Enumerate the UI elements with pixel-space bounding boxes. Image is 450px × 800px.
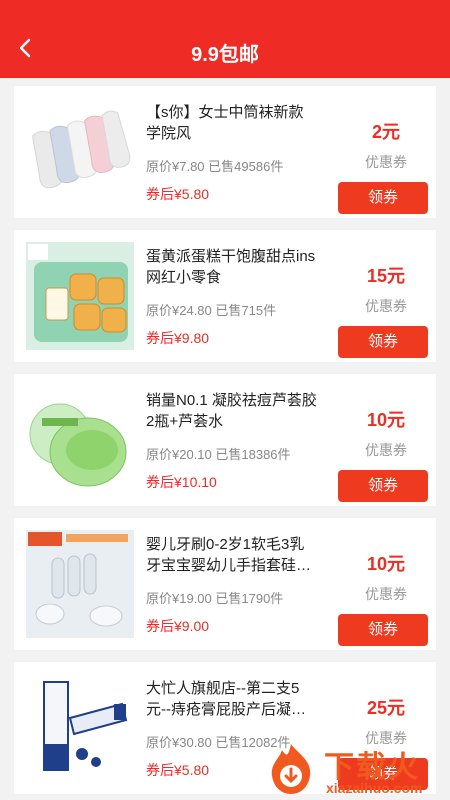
product-image-finger-toothbrush[interactable] bbox=[26, 530, 134, 638]
claim-coupon-button[interactable]: 领券 bbox=[338, 470, 428, 502]
product-list[interactable]: 【s你】女士中筒袜新款学院风 原价¥7.80 已售49586件 券后¥5.80 … bbox=[0, 78, 450, 800]
flame-download-icon bbox=[271, 744, 311, 794]
after-coupon-price: 券后¥10.10 bbox=[146, 474, 217, 490]
product-image-aloe-gel[interactable] bbox=[26, 386, 134, 494]
app-header: 9.9包邮 bbox=[0, 0, 450, 78]
aloe-gel-image bbox=[26, 386, 134, 494]
claim-coupon-button[interactable]: 领券 bbox=[338, 614, 428, 646]
original-price: 原价¥7.80 bbox=[146, 159, 205, 174]
product-image-ointment[interactable] bbox=[26, 674, 134, 782]
original-price: 原价¥24.80 bbox=[146, 303, 212, 318]
product-image-socks[interactable] bbox=[26, 98, 134, 206]
sold-count: 已售1790件 bbox=[215, 591, 284, 606]
product-name[interactable]: 蛋黄派蛋糕干饱腹甜点ins网红小零食 bbox=[146, 246, 318, 288]
after-coupon-price: 券后¥9.00 bbox=[146, 618, 210, 634]
original-price: 原价¥30.80 bbox=[146, 735, 212, 750]
coupon-value: 10元 bbox=[366, 554, 406, 574]
coupon-label: 优惠券 bbox=[365, 442, 407, 458]
product-card[interactable]: 蛋黄派蛋糕干饱腹甜点ins网红小零食 原价¥24.80 已售715件 券后¥9.… bbox=[14, 230, 436, 362]
product-card[interactable]: 婴儿牙刷0-2岁1软毛3乳牙宝宝婴幼儿手指套硅… 原价¥19.00 已售1790… bbox=[14, 518, 436, 650]
coupon-label: 优惠券 bbox=[365, 586, 407, 602]
coupon-value: 2元 bbox=[371, 122, 400, 142]
coupon-label: 优惠券 bbox=[365, 298, 407, 314]
product-price-sold: 原价¥7.80 已售49586件 bbox=[146, 156, 283, 175]
page-title: 9.9包邮 bbox=[191, 44, 259, 66]
product-name[interactable]: 【s你】女士中筒袜新款学院风 bbox=[146, 102, 318, 144]
ointment-image bbox=[26, 674, 134, 782]
product-image-egg-cake[interactable] bbox=[26, 242, 134, 350]
finger-toothbrush-image bbox=[26, 530, 134, 638]
coupon-label: 优惠券 bbox=[365, 154, 407, 170]
after-coupon-price: 券后¥5.80 bbox=[146, 762, 210, 778]
sold-count: 已售18386件 bbox=[215, 447, 291, 462]
product-name[interactable]: 销量N0.1 凝胶祛痘芦荟胶2瓶+芦荟水 bbox=[146, 390, 318, 432]
after-coupon-price: 券后¥5.80 bbox=[146, 186, 210, 202]
product-card[interactable]: 销量N0.1 凝胶祛痘芦荟胶2瓶+芦荟水 原价¥20.10 已售18386件 券… bbox=[14, 374, 436, 506]
product-price-sold: 原价¥24.80 已售715件 bbox=[146, 300, 276, 319]
claim-coupon-button[interactable]: 领券 bbox=[338, 326, 428, 358]
watermark: 下载火 xiazaihuo.com bbox=[262, 740, 450, 800]
original-price: 原价¥19.00 bbox=[146, 591, 212, 606]
socks-image bbox=[26, 98, 134, 206]
watermark-site: xiazaihuo.com bbox=[326, 780, 423, 796]
product-name[interactable]: 大忙人旗舰店--第二支5元--痔疮膏屁股产后凝… bbox=[146, 678, 318, 720]
product-price-sold: 原价¥19.00 已售1790件 bbox=[146, 588, 283, 607]
sold-count: 已售49586件 bbox=[208, 159, 284, 174]
original-price: 原价¥20.10 bbox=[146, 447, 212, 462]
after-coupon-price: 券后¥9.80 bbox=[146, 330, 210, 346]
product-name[interactable]: 婴儿牙刷0-2岁1软毛3乳牙宝宝婴幼儿手指套硅… bbox=[146, 534, 318, 576]
claim-coupon-button[interactable]: 领券 bbox=[338, 182, 428, 214]
sold-count: 已售715件 bbox=[215, 303, 277, 318]
product-card[interactable]: 【s你】女士中筒袜新款学院风 原价¥7.80 已售49586件 券后¥5.80 … bbox=[14, 86, 436, 218]
egg-cake-image bbox=[26, 242, 134, 350]
coupon-value: 25元 bbox=[366, 698, 406, 718]
coupon-value: 15元 bbox=[366, 266, 406, 286]
product-price-sold: 原价¥20.10 已售18386件 bbox=[146, 444, 291, 463]
coupon-value: 10元 bbox=[366, 410, 406, 430]
